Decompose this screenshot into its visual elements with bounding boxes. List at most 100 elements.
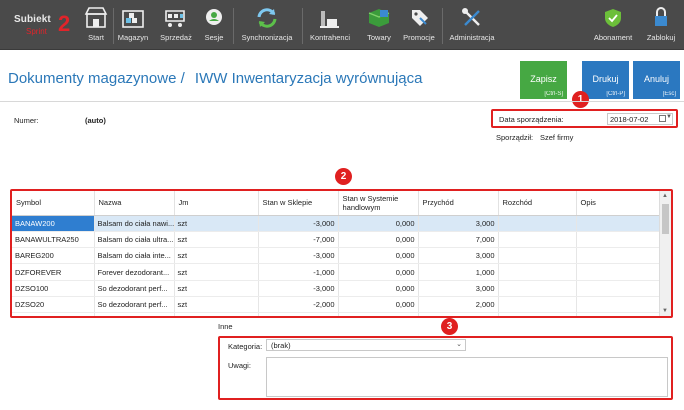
table-cell[interactable]: 0,000 (338, 215, 419, 232)
zablokuj-button[interactable]: Zablokuj (643, 5, 679, 47)
calendar-icon[interactable] (659, 115, 666, 122)
table-cell[interactable]: -3,000 (258, 247, 339, 265)
table-cell[interactable]: Forever dezodorant... (94, 263, 175, 281)
table-cell[interactable]: DZSO50 (12, 312, 95, 316)
category-select[interactable]: (brak) ⌄ (266, 339, 466, 351)
date-field[interactable]: 2018-07-02 ▼ (607, 113, 673, 125)
table-cell[interactable]: 0,000 (338, 312, 419, 316)
table-cell[interactable]: -3,000 (258, 215, 339, 232)
notes-textarea[interactable] (266, 357, 668, 397)
table-cell[interactable]: -2,000 (258, 296, 339, 314)
cancel-button[interactable]: Anuluj [Esc] (633, 61, 680, 99)
table-cell[interactable] (576, 263, 661, 281)
table-cell[interactable] (576, 312, 661, 316)
table-cell[interactable]: 0,000 (338, 247, 419, 265)
table-cell[interactable]: szt (174, 215, 259, 232)
table-cell[interactable] (498, 280, 577, 297)
column-header[interactable]: Jm (174, 191, 259, 216)
table-cell[interactable]: 7,000 (418, 231, 499, 249)
scroll-thumb[interactable] (662, 204, 669, 234)
table-cell[interactable]: szt (174, 231, 259, 249)
table-cell[interactable] (498, 231, 577, 249)
kontrahenci-button[interactable]: Kontrahenci (306, 5, 354, 47)
promocje-button[interactable]: Promocje (400, 5, 438, 47)
table-cell[interactable]: BANAWULTRA250 (12, 231, 95, 249)
table-cell[interactable]: 3,000 (418, 280, 499, 297)
table-cell[interactable] (576, 280, 661, 297)
table-cell[interactable]: 0,000 (338, 231, 419, 249)
table-cell[interactable]: So dezodorant perf... (94, 296, 175, 314)
table-cell[interactable] (576, 247, 661, 265)
table-row[interactable]: BANAW200 Balsam do ciała nawi... szt -3,000… (12, 215, 661, 232)
sesje-button[interactable]: Sesje (202, 5, 226, 47)
save-button[interactable]: Zapisz [Ctrl-S] (520, 61, 567, 99)
table-cell[interactable]: 2,000 (418, 296, 499, 314)
column-header[interactable]: Stan w Systemie handlowym (338, 191, 419, 216)
column-header[interactable]: Stan w Sklepie (258, 191, 339, 216)
column-header[interactable]: Przychód (418, 191, 499, 216)
table-cell[interactable]: DZFOREVER (12, 263, 95, 281)
table-row[interactable]: DZSO20 So dezodorant perf... szt -2,000 0,00… (12, 296, 661, 314)
notes-label: Uwagi: (228, 361, 251, 370)
table-cell[interactable]: 0,000 (338, 263, 419, 281)
table-row[interactable]: BANAWULTRA250 Balsam do ciała ultra... szt… (12, 231, 661, 249)
synchronizacja-button[interactable]: Synchronizacja (237, 5, 297, 47)
table-cell[interactable]: DZSO100 (12, 280, 95, 297)
table-cell[interactable]: Balsam do ciała nawi... (94, 215, 175, 232)
breadcrumb-section[interactable]: Dokumenty magazynowe / (8, 70, 185, 87)
sprzedaz-button[interactable]: Sprzedaż (158, 5, 194, 47)
table-cell[interactable] (498, 263, 577, 281)
table-cell[interactable]: szt (174, 296, 259, 314)
table-cell[interactable]: So dezodorant perf... (94, 280, 175, 297)
table-cell[interactable] (498, 312, 577, 316)
towary-button[interactable]: Towary (362, 5, 396, 47)
table-cell[interactable]: -1,000 (258, 263, 339, 281)
table-cell[interactable]: Balsam do ciała ultra... (94, 231, 175, 249)
table-cell[interactable]: 0,000 (338, 296, 419, 314)
table-cell[interactable]: 2,000 (418, 312, 499, 316)
print-button[interactable]: Drukuj [Ctrl-P] (582, 61, 629, 99)
table-row[interactable]: DZSO50So dezodorant perf...szt-2,0000,00… (12, 312, 661, 316)
table-cell[interactable]: szt (174, 312, 259, 316)
scroll-down-icon[interactable]: ▼ (662, 308, 668, 314)
magazyn-button[interactable]: Magazyn (115, 5, 151, 47)
table-cell[interactable]: 1,000 (418, 263, 499, 281)
author-value: Szef firmy (540, 133, 574, 142)
table-cell[interactable] (576, 215, 661, 232)
table-cell[interactable]: DZSO20 (12, 296, 95, 314)
cancel-shortcut: [Esc] (662, 91, 676, 97)
table-cell[interactable]: -2,000 (258, 312, 339, 316)
table-cell[interactable]: 3,000 (418, 215, 499, 232)
column-header[interactable]: Nazwa (94, 191, 175, 216)
administracja-button[interactable]: Administracja (446, 5, 498, 47)
table-row[interactable]: DZSO100 So dezodorant perf... szt -3,000 0,0… (12, 280, 661, 297)
column-header[interactable]: Symbol (12, 191, 95, 216)
table-cell[interactable]: BAREG200 (12, 247, 95, 265)
table-cell[interactable]: -3,000 (258, 280, 339, 297)
table-cell[interactable] (576, 296, 661, 314)
table-cell[interactable]: 0,000 (338, 280, 419, 297)
table-cell[interactable]: szt (174, 247, 259, 265)
abonament-button[interactable]: Abonament (590, 5, 636, 47)
table-cell[interactable]: -7,000 (258, 231, 339, 249)
table-cell[interactable]: szt (174, 263, 259, 281)
table-row[interactable]: BAREG200 Balsam do ciała inte... szt -3,000… (12, 247, 661, 265)
chevron-down-icon[interactable]: ⌄ (456, 340, 462, 348)
table-row[interactable]: DZFOREVER Forever dezodorant... szt -1,000 0… (12, 263, 661, 281)
table-cell[interactable]: So dezodorant perf... (94, 312, 175, 316)
start-button[interactable]: Start (82, 5, 110, 47)
table-cell[interactable]: 3,000 (418, 247, 499, 265)
table-cell[interactable]: szt (174, 280, 259, 297)
grid-scrollbar[interactable]: ▲ ▼ (659, 191, 671, 316)
column-header[interactable]: Rozchód (498, 191, 577, 216)
column-header[interactable]: Opis (576, 191, 661, 216)
table-cell[interactable]: BANAW200 (12, 215, 95, 232)
table-cell[interactable] (498, 247, 577, 265)
scroll-up-icon[interactable]: ▲ (662, 193, 668, 199)
table-cell[interactable] (498, 215, 577, 232)
table-cell[interactable] (576, 231, 661, 249)
table-cell[interactable] (498, 296, 577, 314)
numer-value: (auto) (85, 116, 106, 125)
chevron-down-icon[interactable]: ▼ (666, 114, 672, 120)
table-cell[interactable]: Balsam do ciała inte... (94, 247, 175, 265)
